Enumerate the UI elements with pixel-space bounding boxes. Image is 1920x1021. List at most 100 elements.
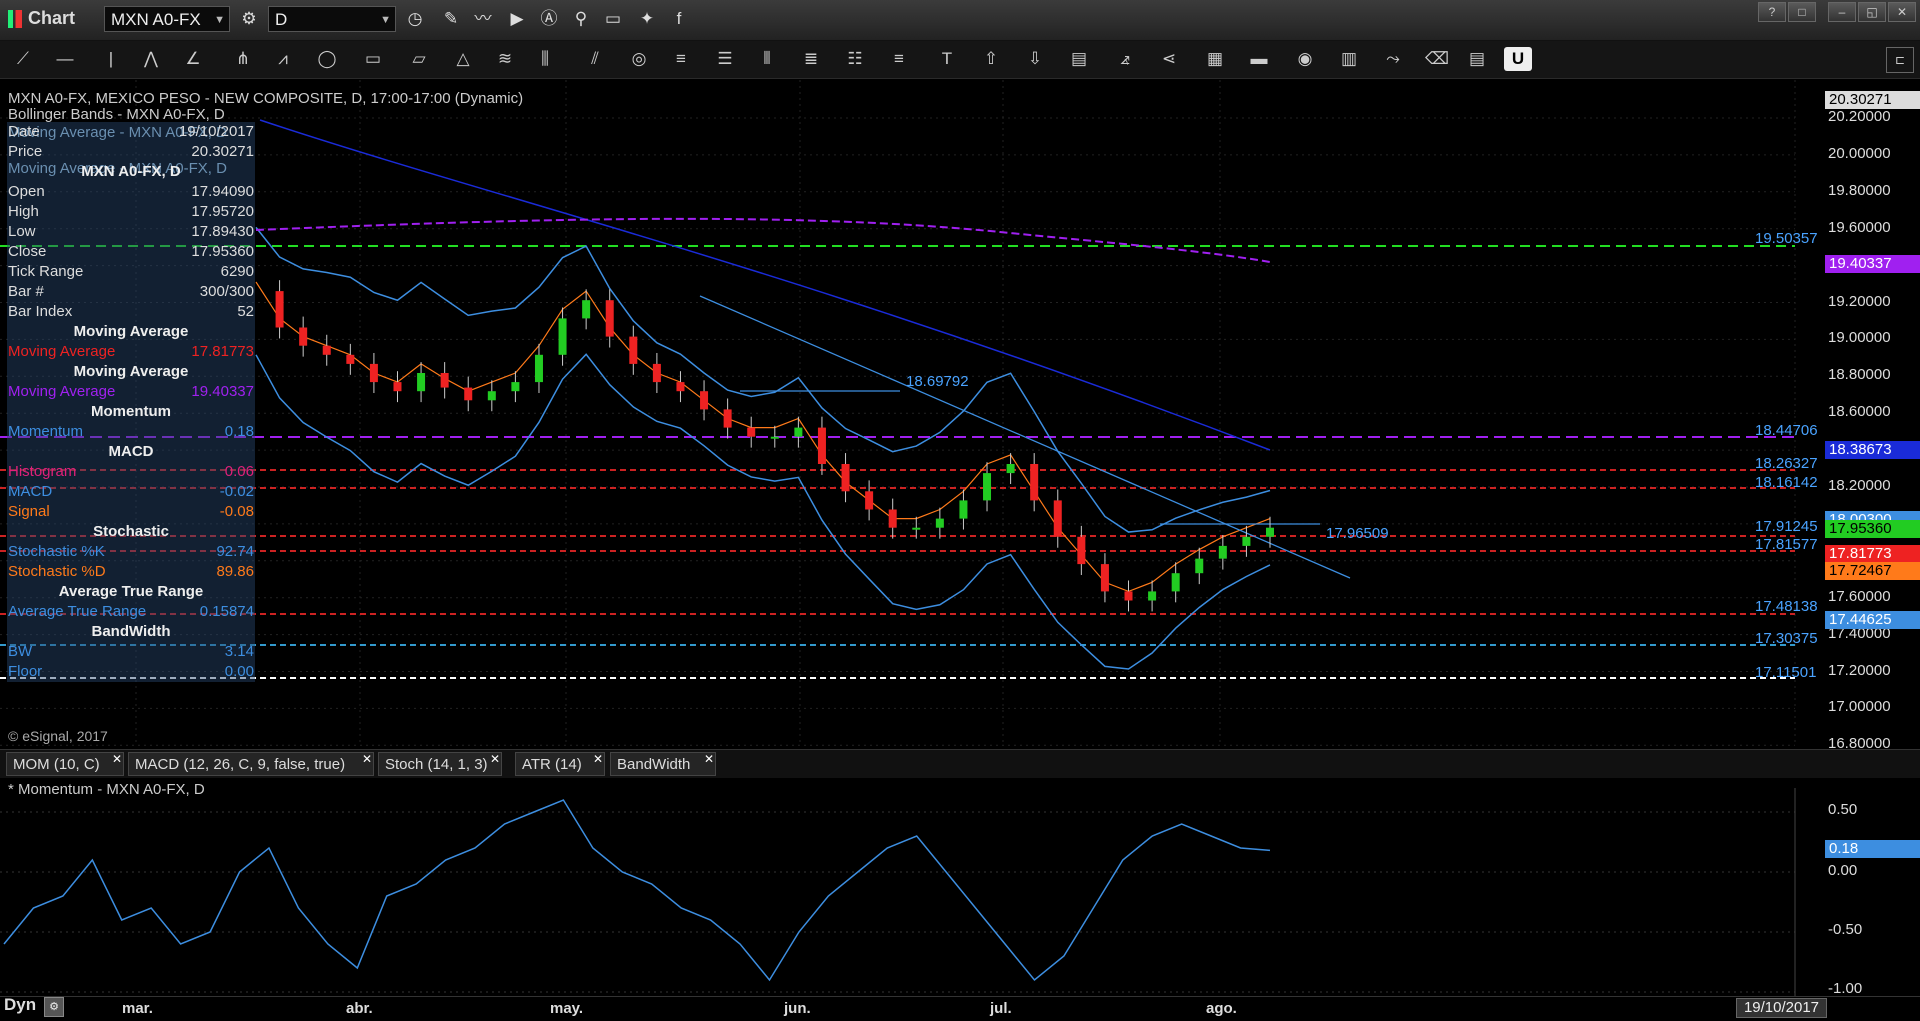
- ellipse-icon[interactable]: ◯: [312, 47, 342, 71]
- close-icon[interactable]: ✕: [490, 747, 500, 771]
- minimize-button[interactable]: –: [1828, 2, 1856, 22]
- panel-close-icon[interactable]: ⊏: [1886, 47, 1914, 73]
- candle-body: [865, 491, 874, 510]
- alert-icon[interactable]: Ⓐ: [536, 6, 562, 32]
- candle-body: [1266, 527, 1274, 537]
- close-icon[interactable]: ✕: [593, 747, 603, 771]
- tab-atr[interactable]: ATR (14) ✕: [515, 752, 605, 776]
- eye-icon[interactable]: ◉: [1290, 47, 1320, 71]
- price-chart-area[interactable]: [0, 80, 1920, 746]
- high-label: High: [8, 203, 39, 220]
- speed-lines-icon[interactable]: ≣: [796, 47, 826, 71]
- line-tool-icon[interactable]: ⟋: [8, 47, 38, 71]
- pattern-icon[interactable]: ⤳: [1378, 47, 1408, 71]
- clock-icon[interactable]: ◷: [402, 6, 428, 32]
- candle-body: [629, 336, 638, 364]
- text-tool-icon[interactable]: T: [932, 47, 962, 71]
- candle-body: [487, 391, 496, 401]
- x-label: jul.: [990, 1000, 1012, 1017]
- parallelogram-icon[interactable]: ▱: [404, 47, 434, 71]
- time-axis: [0, 996, 1920, 1021]
- pitchfork-icon[interactable]: ⋔: [228, 47, 258, 71]
- open-label: Open: [8, 183, 45, 200]
- arrow-down-icon[interactable]: ⇩: [1020, 47, 1050, 71]
- twitter-icon[interactable]: ✦: [634, 6, 660, 32]
- draw-pencil-icon[interactable]: ✎: [438, 6, 464, 32]
- chevron-down-icon[interactable]: ▼: [214, 7, 225, 33]
- price-label-icon[interactable]: ▤: [1064, 47, 1094, 71]
- tab-macd[interactable]: MACD (12, 26, C, 9, false, true) ✕: [128, 752, 374, 776]
- restore-button[interactable]: □: [1788, 2, 1816, 22]
- andrews-icon[interactable]: ⋖: [1154, 47, 1184, 71]
- close-icon[interactable]: ✕: [704, 747, 714, 771]
- magnet-icon[interactable]: U: [1504, 47, 1532, 71]
- info-row-std: Stochastic %D 89.86: [8, 562, 254, 582]
- arrow-up-icon[interactable]: ⇧: [976, 47, 1006, 71]
- price-axis-label: 20.20000: [1828, 108, 1891, 125]
- interval-input[interactable]: D ▼: [268, 6, 396, 32]
- price-axis-label: 19.20000: [1828, 292, 1891, 310]
- grid-icon[interactable]: ▦: [1200, 47, 1230, 71]
- eraser-icon[interactable]: ⌫: [1422, 47, 1452, 71]
- tab-mom[interactable]: MOM (10, C) ✕: [6, 752, 124, 776]
- pin-icon[interactable]: ⚲: [568, 6, 594, 32]
- candle-body: [1242, 536, 1251, 546]
- bar-index-label: Bar Index: [8, 303, 73, 320]
- facebook-icon[interactable]: f: [666, 6, 692, 32]
- symbol-header: MXN A0-FX, D: [81, 163, 181, 180]
- level-label: 17.81577: [1755, 536, 1818, 553]
- maximize-button[interactable]: ◱: [1858, 2, 1886, 22]
- regression-icon[interactable]: ⦨: [1110, 47, 1140, 71]
- candle-body: [1124, 591, 1133, 601]
- tab-bandwidth[interactable]: BandWidth ✕: [610, 752, 716, 776]
- close-icon[interactable]: ✕: [362, 747, 372, 771]
- tab-stoch[interactable]: Stoch (14, 1, 3) ✕: [378, 752, 502, 776]
- zigzag-icon[interactable]: ⋀: [136, 47, 166, 71]
- momentum-chart-svg[interactable]: [0, 788, 1920, 996]
- signal-value: -0.08: [219, 503, 254, 520]
- notes-icon[interactable]: ▤: [1462, 47, 1492, 71]
- price-axis-label: 17.20000: [1828, 661, 1891, 679]
- settings-gear-icon[interactable]: ⚙: [236, 6, 262, 32]
- mob-icon[interactable]: ▬: [1244, 47, 1274, 71]
- comment-icon[interactable]: ▭: [600, 6, 626, 32]
- x-label: jun.: [784, 1000, 811, 1017]
- play-icon[interactable]: ▶: [504, 6, 530, 32]
- close-icon[interactable]: ✕: [112, 747, 122, 771]
- pti-icon[interactable]: ▥: [1334, 47, 1364, 71]
- price-axis-label: 19.00000: [1828, 329, 1891, 347]
- title-bar: Chart MXN A0-FX ▼ ⚙ D ▼ ◷ ✎ 〰 ▶ Ⓐ ⚲ ▭ ✦ …: [0, 0, 1920, 41]
- levels-icon[interactable]: ≡: [884, 47, 914, 71]
- arcs-icon[interactable]: ☷: [840, 47, 870, 71]
- atr-header: Average True Range: [58, 583, 204, 600]
- fib-retracement-icon[interactable]: ≡: [666, 47, 696, 71]
- parallel-lines-icon[interactable]: ⫽: [580, 47, 610, 71]
- close-button[interactable]: ✕: [1888, 2, 1916, 22]
- candle-body: [582, 300, 591, 319]
- cycle-lines-icon[interactable]: ⫼: [530, 47, 560, 71]
- vertical-line-icon[interactable]: |: [96, 47, 126, 71]
- dyn-settings-icon[interactable]: ⚙: [44, 997, 64, 1017]
- triangle-icon[interactable]: △: [448, 47, 478, 71]
- tick-range-label: Tick Range: [8, 263, 84, 280]
- target-icon[interactable]: ◎: [624, 47, 654, 71]
- low-label: Low: [8, 223, 36, 240]
- help-button[interactable]: ?: [1758, 2, 1786, 22]
- gann-fan-icon[interactable]: ⩘: [268, 47, 298, 71]
- info-row-hist: Histogram 0.06: [8, 462, 254, 482]
- candle-body: [299, 327, 308, 346]
- horizontal-line-icon[interactable]: —: [50, 47, 80, 71]
- fib-fan-icon[interactable]: ∠: [178, 47, 208, 71]
- channel-icon[interactable]: ≋: [490, 47, 520, 71]
- candle-body: [700, 391, 709, 410]
- price-axis-label: 17.00000: [1828, 698, 1891, 716]
- rectangle-icon[interactable]: ▭: [358, 47, 388, 71]
- fib-extension-icon[interactable]: ☰: [710, 47, 740, 71]
- chevron-down-icon[interactable]: ▼: [380, 7, 391, 33]
- dyn-label[interactable]: Dyn: [4, 995, 36, 1015]
- atr-label: Average True Range: [8, 603, 147, 620]
- time-zones-icon[interactable]: ⦀: [752, 47, 782, 71]
- symbol-input[interactable]: MXN A0-FX ▼: [104, 6, 230, 32]
- info-row-bar-index: Bar Index 52: [8, 302, 254, 322]
- line-chart-icon[interactable]: 〰: [470, 6, 496, 32]
